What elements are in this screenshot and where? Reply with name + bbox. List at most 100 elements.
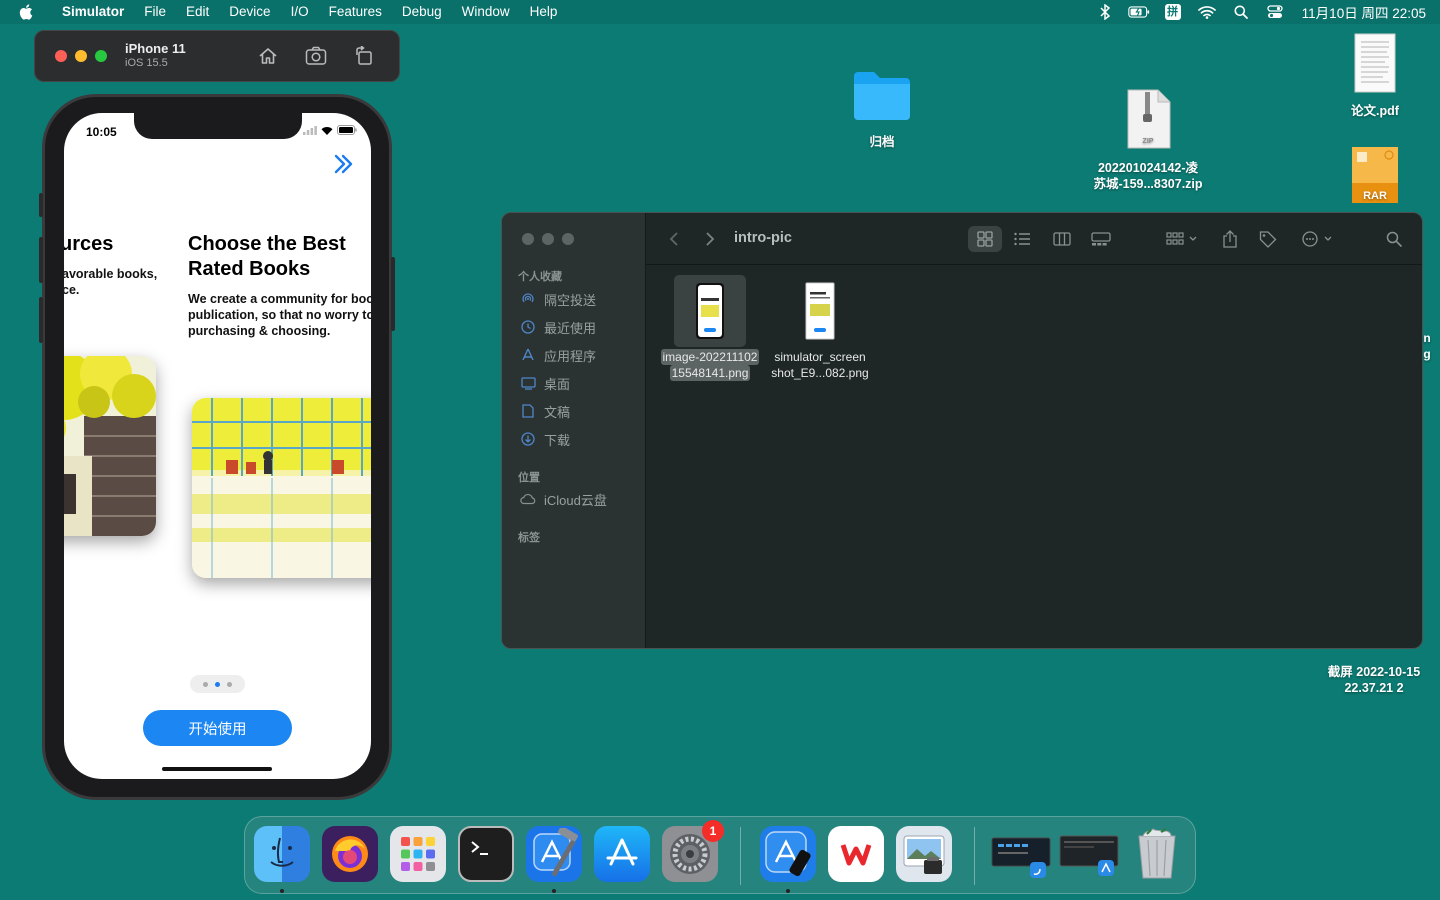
zoom-button[interactable] [95, 50, 107, 62]
finder-search-button[interactable] [1382, 226, 1406, 252]
prev-slide-title: urces [64, 233, 114, 255]
menubar-clock[interactable]: 11月10日 周四 22:05 [1302, 2, 1426, 22]
dock-finder[interactable] [254, 826, 310, 882]
menu-io[interactable]: I/O [281, 0, 319, 24]
menu-edit[interactable]: Edit [176, 0, 219, 24]
control-center-icon[interactable] [1264, 3, 1286, 21]
sidebar-item-airdrop[interactable]: 隔空投送 [520, 289, 596, 309]
running-indicator [786, 889, 790, 893]
finder-close-button[interactable] [522, 233, 534, 245]
column-view-button[interactable] [1048, 226, 1076, 252]
prev-slide-desc-line2: ce. [64, 283, 80, 297]
cloud-icon [520, 491, 536, 507]
cellular-signal-icon [303, 125, 317, 135]
file-name-line2: shot_E9...082.png [771, 366, 869, 380]
wifi-icon[interactable] [1196, 3, 1218, 21]
home-indicator[interactable] [162, 767, 272, 771]
sidebar-item-desktop[interactable]: 桌面 [520, 373, 570, 393]
dock-app-store[interactable] [594, 826, 650, 882]
page-indicator[interactable] [190, 675, 245, 693]
zip-file-icon: ZIP [1127, 89, 1171, 149]
menu-device[interactable]: Device [219, 0, 280, 24]
finder-zoom-button[interactable] [562, 233, 574, 245]
dock-system-preferences[interactable]: 1 [662, 820, 724, 882]
simulator-icon [765, 831, 811, 877]
notification-badge: 1 [702, 820, 724, 842]
back-chevron-icon[interactable] [664, 226, 684, 252]
screenshot-camera-icon[interactable] [303, 43, 329, 69]
battery-icon[interactable] [1127, 3, 1150, 21]
volume-up-button [39, 237, 43, 283]
menu-features[interactable]: Features [319, 0, 392, 24]
dock-terminal[interactable] [458, 826, 514, 882]
desktop-screenshot-file[interactable]: 截屏 2022-10-15 22.37.21 2 [1318, 664, 1430, 696]
desktop-folder[interactable]: 归档 [842, 68, 922, 150]
more-actions-button[interactable] [1298, 226, 1338, 252]
start-button[interactable]: 开始使用 [143, 710, 292, 746]
menu-debug[interactable]: Debug [392, 0, 452, 24]
dock-wps-office[interactable] [828, 826, 884, 882]
menu-window[interactable]: Window [452, 0, 520, 24]
dock-xcode[interactable] [526, 826, 582, 882]
file-item[interactable]: simulator_screen shot_E9...082.png [764, 275, 876, 381]
group-by-button[interactable] [1162, 226, 1202, 252]
sidebar-item-downloads[interactable]: 下载 [520, 429, 570, 449]
minimized-window-thumbnail [1059, 835, 1119, 876]
menu-file[interactable]: File [134, 0, 176, 24]
minimize-button[interactable] [75, 50, 87, 62]
sidebar-item-label: 最近使用 [544, 320, 597, 336]
sidebar-item-icloud[interactable]: iCloud云盘 [520, 489, 607, 509]
page-dot-1[interactable] [203, 681, 208, 687]
status-area: 拼 11月10日 周四 22:05 [1088, 0, 1440, 24]
library-photo-image [192, 398, 371, 578]
sidebar-item-recents[interactable]: 最近使用 [520, 317, 596, 337]
desktop-zip-file[interactable]: ZIP 202201024142-凌 苏城-159...8307.zip [1080, 88, 1216, 192]
locations-header: 位置 [518, 472, 540, 484]
window-controls [55, 50, 107, 62]
dock-preview[interactable] [896, 826, 952, 882]
dock-simulator[interactable] [760, 826, 816, 882]
menu-help[interactable]: Help [520, 0, 568, 24]
dock-launchpad[interactable] [390, 826, 446, 882]
gallery-view-button[interactable] [1086, 226, 1116, 252]
share-button[interactable] [1218, 226, 1242, 252]
page-dot-3[interactable] [227, 681, 232, 687]
close-button[interactable] [55, 50, 67, 62]
desktop-pdf-file[interactable]: 论文.pdf [1334, 32, 1416, 119]
download-icon [520, 431, 536, 447]
phone-screenshot-thumbnail-icon [696, 283, 724, 339]
forward-chevron-icon[interactable] [700, 226, 720, 252]
sidebar-item-applications[interactable]: 应用程序 [520, 345, 596, 365]
page-dot-2[interactable] [215, 681, 220, 687]
dock-trash[interactable] [1129, 826, 1185, 882]
current-slide-image [192, 398, 371, 578]
dock-firefox[interactable] [322, 826, 378, 882]
list-view-button[interactable] [1008, 226, 1036, 252]
desktop-rar-file[interactable]: RAR [1350, 146, 1400, 204]
tag-button[interactable] [1256, 226, 1280, 252]
bluetooth-icon[interactable] [1094, 3, 1116, 21]
file-name-line2: 15548141.png [669, 365, 751, 381]
building-photo-image [64, 356, 156, 536]
dock-minimized-window-1[interactable] [990, 826, 1054, 882]
file-thumbnail [784, 275, 856, 347]
prev-slide-image [64, 356, 156, 536]
rotate-device-icon[interactable] [351, 43, 377, 69]
finder-minimize-button[interactable] [542, 233, 554, 245]
dock-minimized-window-2[interactable] [1058, 826, 1122, 882]
ellipsis-icon [1302, 231, 1332, 247]
home-button-icon[interactable] [255, 43, 281, 69]
sidebar-item-label: 下载 [544, 432, 571, 448]
skip-forward-icon[interactable] [331, 151, 357, 177]
svg-text:ZIP: ZIP [1143, 138, 1154, 145]
file-item[interactable]: image-202211102 15548141.png [654, 275, 766, 381]
screenshot-label-line2: 22.37.21 2 [1344, 681, 1404, 695]
sidebar-item-documents[interactable]: 文稿 [520, 401, 570, 421]
sidebar-item-label: iCloud云盘 [544, 492, 607, 508]
apple-menu-icon[interactable] [18, 3, 36, 21]
icon-view-button[interactable] [968, 226, 1002, 252]
spotlight-search-icon[interactable] [1230, 3, 1252, 21]
input-method-icon[interactable]: 拼 [1162, 3, 1184, 21]
menu-app-name[interactable]: Simulator [52, 0, 134, 24]
menu-bar: Simulator File Edit Device I/O Features … [0, 0, 1440, 24]
